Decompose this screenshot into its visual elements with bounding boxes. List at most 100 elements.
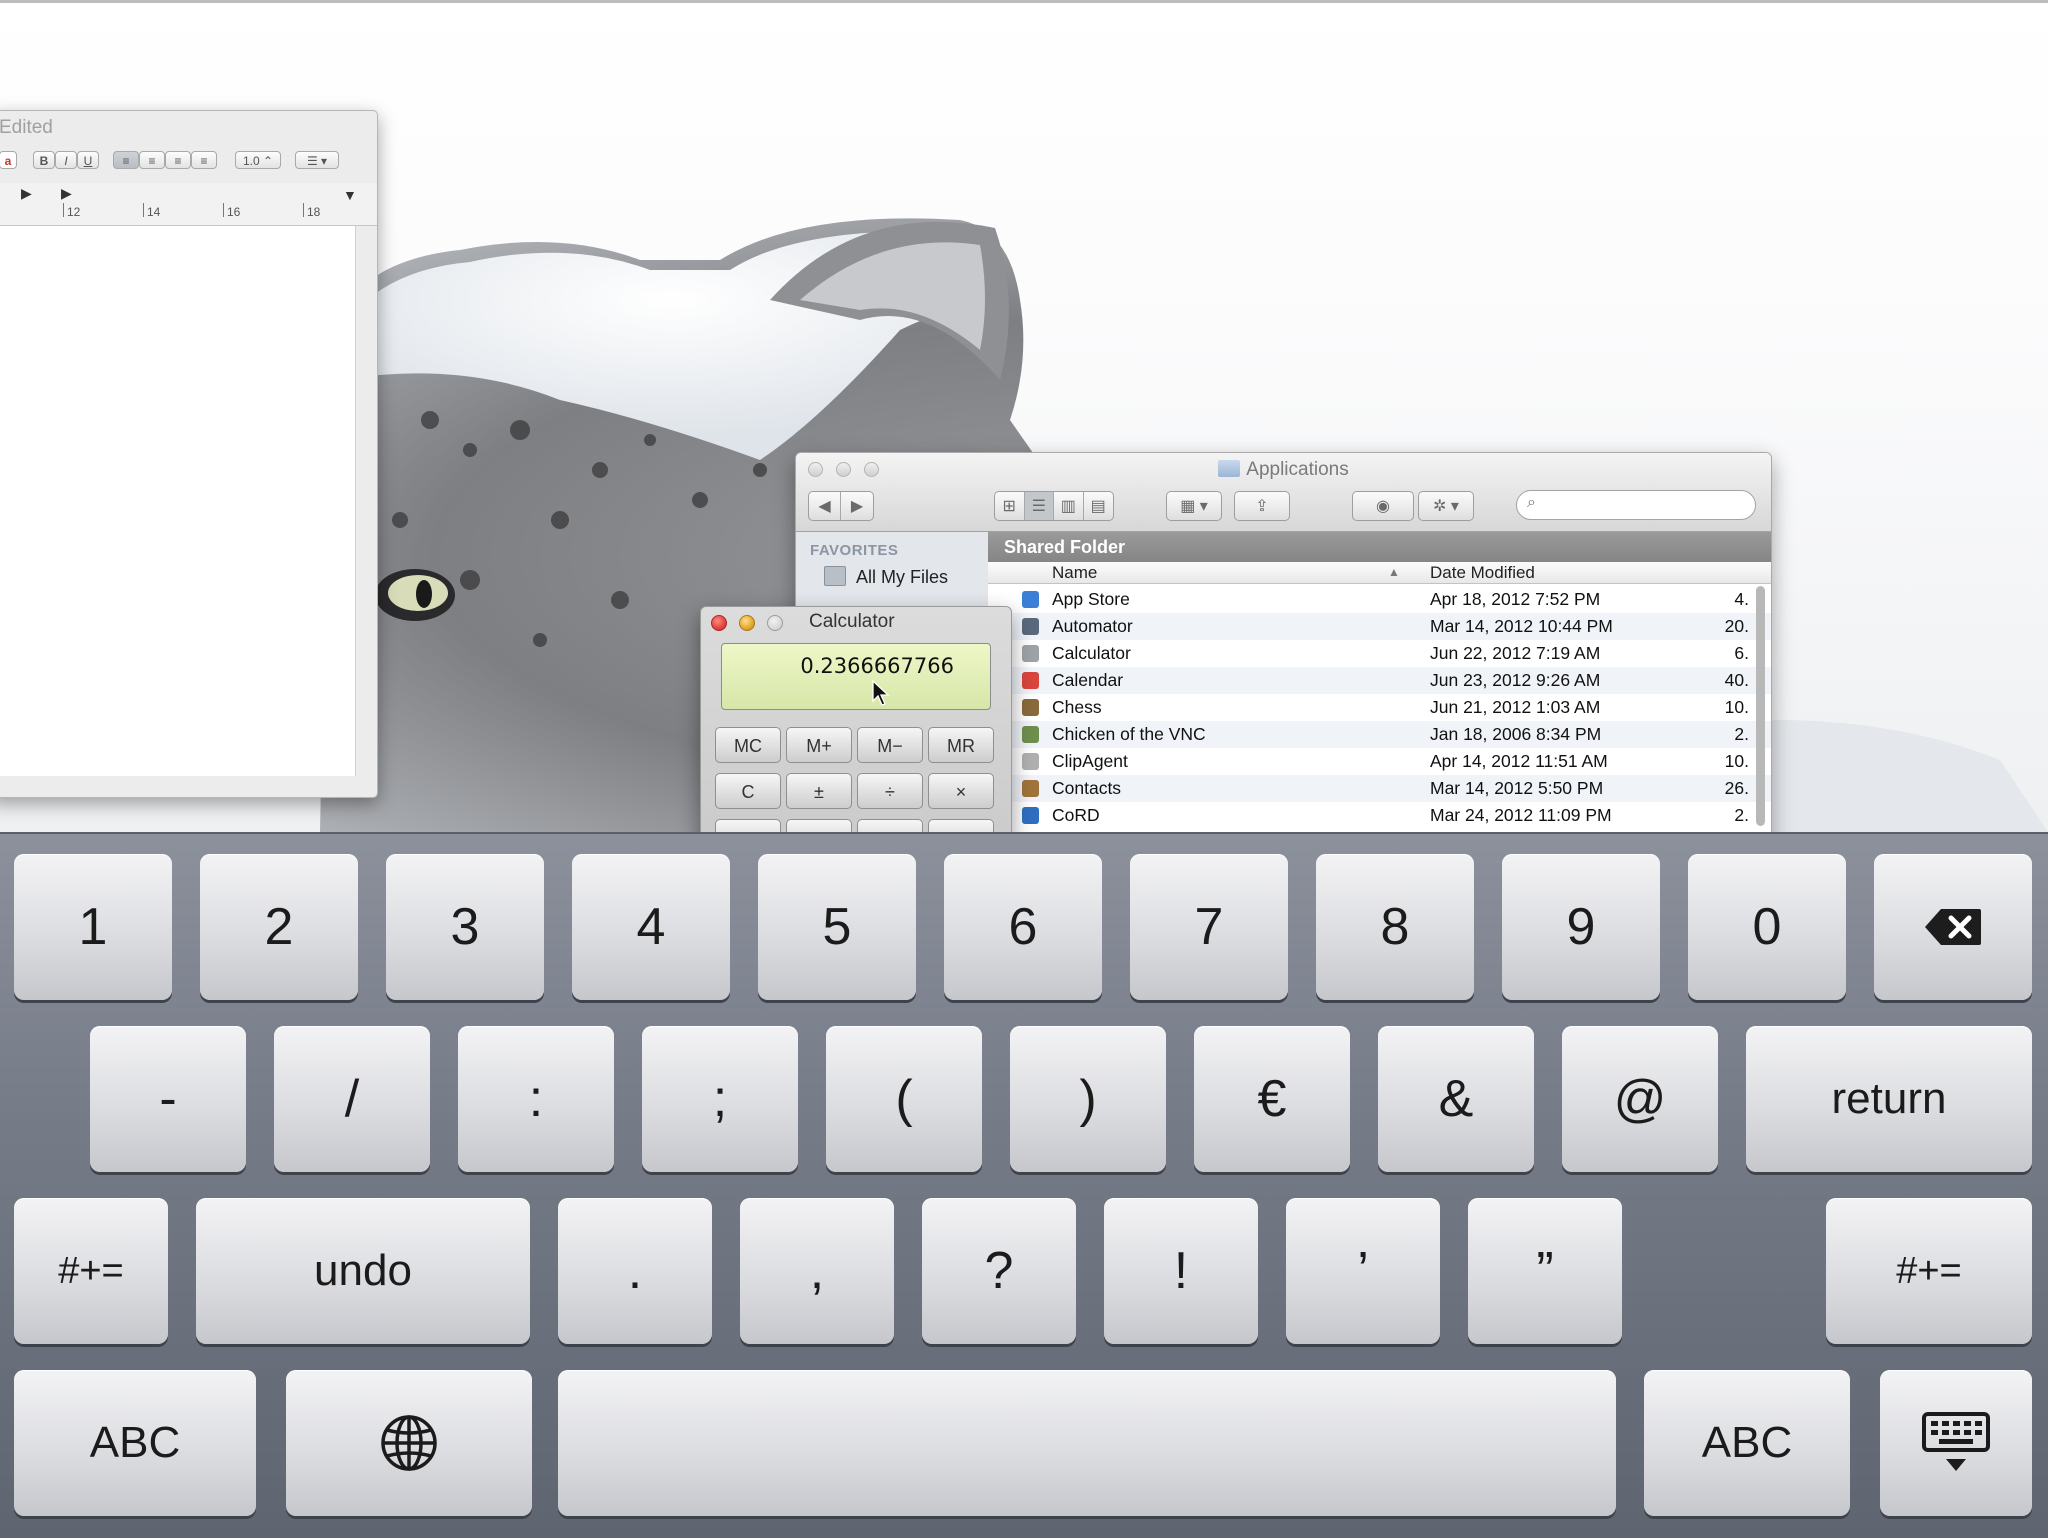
abc-key[interactable]: ABC (1644, 1370, 1850, 1516)
vertical-scrollbar[interactable] (1756, 586, 1765, 826)
ruler-number: 16 (227, 205, 241, 219)
close-button[interactable] (711, 615, 727, 631)
align-center-button[interactable]: ≡ (139, 151, 165, 169)
divide-button[interactable]: ÷ (857, 773, 923, 809)
key-semicolon[interactable]: ; (642, 1026, 798, 1172)
app-icon (1022, 591, 1039, 608)
key-3[interactable]: 3 (386, 854, 544, 1000)
file-size: 2. (1734, 805, 1749, 825)
date-modified: Jan 18, 2006 8:34 PM (1430, 724, 1602, 744)
back-arrow-icon[interactable]: ◀ (809, 492, 842, 520)
sidebar-item-all-my-files[interactable]: All My Files (824, 566, 948, 588)
key-4[interactable]: 4 (572, 854, 730, 1000)
undo-key[interactable]: undo (196, 1198, 530, 1344)
file-size: 26. (1724, 778, 1749, 798)
memory-clear-button[interactable]: MC (715, 727, 781, 763)
key-at[interactable]: @ (1562, 1026, 1718, 1172)
symbols-key[interactable]: #+= (1826, 1198, 2032, 1344)
table-row[interactable]: CoRD Mar 24, 2012 11:09 PM 2. (988, 802, 1771, 829)
key-open-paren[interactable]: ( (826, 1026, 982, 1172)
space-key[interactable] (558, 1370, 1616, 1516)
key-9[interactable]: 9 (1502, 854, 1660, 1000)
arrange-button[interactable]: ▦ ▾ (1166, 491, 1222, 521)
minimize-button[interactable] (739, 615, 755, 631)
table-row[interactable]: Chicken of the VNC Jan 18, 2006 8:34 PM 2. (988, 721, 1771, 748)
align-left-button[interactable]: ≡ (113, 151, 139, 169)
multiply-button[interactable]: × (928, 773, 994, 809)
table-row[interactable]: Calculator Jun 22, 2012 7:19 AM 6. (988, 640, 1771, 667)
key-euro[interactable]: € (1194, 1026, 1350, 1172)
key-comma[interactable]: , (740, 1198, 894, 1344)
share-button[interactable]: ⇪ (1234, 491, 1290, 521)
quick-look-button[interactable]: ◉ (1352, 491, 1414, 521)
column-view-icon[interactable]: ▥ (1054, 492, 1084, 520)
globe-key[interactable] (286, 1370, 532, 1516)
calculator-button[interactable] (928, 819, 994, 832)
zoom-button[interactable] (767, 615, 783, 631)
key-colon[interactable]: : (458, 1026, 614, 1172)
calculator-button[interactable] (715, 819, 781, 832)
align-right-button[interactable]: ≡ (165, 151, 191, 169)
calculator-button[interactable] (786, 819, 852, 832)
key-0[interactable]: 0 (1688, 854, 1846, 1000)
memory-recall-button[interactable]: MR (928, 727, 994, 763)
justify-button[interactable]: ≡ (191, 151, 217, 169)
key-1[interactable]: 1 (14, 854, 172, 1000)
date-modified: Jun 23, 2012 9:26 AM (1430, 670, 1601, 690)
key-question[interactable]: ? (922, 1198, 1076, 1344)
key-5[interactable]: 5 (758, 854, 916, 1000)
key-6[interactable]: 6 (944, 854, 1102, 1000)
clear-button[interactable]: C (715, 773, 781, 809)
table-row[interactable]: ClipAgent Apr 14, 2012 11:51 AM 10. (988, 748, 1771, 775)
tab-stop-icon[interactable]: ▶ (21, 185, 32, 202)
calculator-button[interactable] (857, 819, 923, 832)
right-margin-marker-icon[interactable]: ▼ (343, 187, 357, 203)
document-text-area[interactable] (0, 226, 356, 776)
table-row[interactable]: Automator Mar 14, 2012 10:44 PM 20. (988, 613, 1771, 640)
key-apostrophe[interactable]: ’ (1286, 1198, 1440, 1344)
memory-subtract-button[interactable]: M− (857, 727, 923, 763)
table-row[interactable]: Contacts Mar 14, 2012 5:50 PM 26. (988, 775, 1771, 802)
sidebar-item-label: All My Files (856, 567, 949, 587)
key-8[interactable]: 8 (1316, 854, 1474, 1000)
action-button[interactable]: ✲ ▾ (1418, 491, 1474, 521)
list-style-select[interactable]: ☰ ▾ (295, 151, 339, 169)
date-modified: Jun 22, 2012 7:19 AM (1430, 643, 1601, 663)
text-color-button[interactable]: a (0, 151, 17, 169)
app-icon (1022, 645, 1039, 662)
bold-button[interactable]: B (33, 151, 55, 169)
date-column-header[interactable]: Date Modified (1430, 562, 1535, 583)
hide-keyboard-key[interactable] (1880, 1370, 2032, 1516)
backspace-key[interactable] (1874, 854, 2032, 1000)
table-row[interactable]: Chess Jun 21, 2012 1:03 AM 10. (988, 694, 1771, 721)
list-view-icon[interactable]: ☰ (1024, 492, 1054, 520)
name-column-header[interactable]: Name (1052, 562, 1097, 583)
icon-view-icon[interactable]: ⊞ (995, 492, 1025, 520)
symbols-key[interactable]: #+= (14, 1198, 168, 1344)
window-title: Calculator (809, 611, 895, 632)
folder-icon (1218, 460, 1241, 477)
memory-add-button[interactable]: M+ (786, 727, 852, 763)
line-spacing-select[interactable]: 1.0 ⌃ (235, 151, 281, 169)
tab-stop-icon[interactable]: ▶ (61, 185, 72, 202)
sign-toggle-button[interactable]: ± (786, 773, 852, 809)
search-input[interactable]: ⌕ (1516, 490, 1756, 520)
abc-key[interactable]: ABC (14, 1370, 256, 1516)
table-row[interactable]: Calendar Jun 23, 2012 9:26 AM 40. (988, 667, 1771, 694)
key-quote[interactable]: ” (1468, 1198, 1622, 1344)
key-2[interactable]: 2 (200, 854, 358, 1000)
key-close-paren[interactable]: ) (1010, 1026, 1166, 1172)
table-row[interactable]: App Store Apr 18, 2012 7:52 PM 4. (988, 586, 1771, 613)
cover-flow-icon[interactable]: ▤ (1084, 492, 1113, 520)
key-slash[interactable]: / (274, 1026, 430, 1172)
key-period[interactable]: . (558, 1198, 712, 1344)
italic-button[interactable]: I (55, 151, 77, 169)
key-hyphen[interactable]: - (90, 1026, 246, 1172)
key-exclamation[interactable]: ! (1104, 1198, 1258, 1344)
underline-button[interactable]: U (77, 151, 99, 169)
key-ampersand[interactable]: & (1378, 1026, 1534, 1172)
forward-arrow-icon[interactable]: ▶ (841, 492, 873, 520)
app-icon (1022, 726, 1039, 743)
key-7[interactable]: 7 (1130, 854, 1288, 1000)
return-key[interactable]: return (1746, 1026, 2032, 1172)
